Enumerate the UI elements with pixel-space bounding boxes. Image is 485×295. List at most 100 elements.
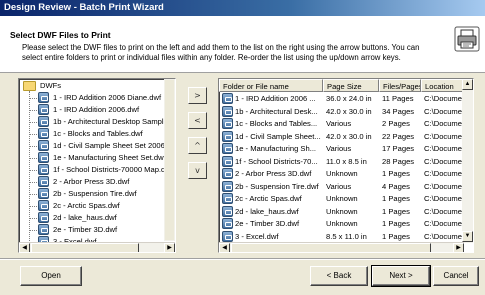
cell-location: C:\Docume (424, 219, 462, 228)
cell-page-size: Various (326, 144, 352, 153)
column-header-name[interactable]: Folder or File name (219, 79, 323, 92)
header-description: Please select the DWF files to print on … (22, 43, 420, 62)
tree-vertical-scrollbar[interactable] (164, 79, 175, 241)
list-row[interactable]: 3 - Excel.dwf 8.5 x 11.0 in 1 Pages C:\Docu… (219, 230, 464, 243)
tree-item[interactable]: 1f - School Districts-70000 Map.dwf (19, 164, 175, 176)
scroll-left-button[interactable]: ◀ (19, 243, 30, 252)
tree-item[interactable]: 1c - Blocks and Tables.dwf (19, 128, 175, 140)
cell-location: C:\Docume (424, 181, 462, 191)
column-header-location[interactable]: Location (421, 79, 464, 92)
tree-item[interactable]: 1e - Manufacturing Sheet Set.dwf (19, 152, 175, 164)
tree-item-label: 1 - IRD Addition 2006 Diane.dwf (53, 93, 162, 102)
cell-name: 2c - Arctic Spas.dwf (235, 194, 302, 203)
cell-location: C:\Docume (424, 194, 462, 203)
cell-location: C:\Docume (424, 169, 462, 178)
dwf-file-icon (222, 168, 233, 179)
cell-files-pages: 34 Pages (382, 106, 415, 116)
cell-files-pages: 28 Pages (382, 156, 415, 166)
list-row[interactable]: 1f - School Districts-70... 11.0 x 8.5 in… (219, 155, 464, 168)
list-row[interactable]: 1c - Blocks and Tables... Various 2 Pages C… (219, 118, 464, 130)
list-scroll-thumb[interactable] (231, 243, 431, 252)
tree-item[interactable]: 2b - Suspension Tire.dwf (19, 188, 175, 200)
file-tree[interactable]: DWFs 1 - IRD Addition 2006 Diane.dwf 1 - … (18, 78, 176, 253)
list-row[interactable]: 2d - lake_haus.dwf Unknown 1 Pages C:\Docum… (219, 205, 464, 218)
tree-horizontal-scrollbar[interactable]: ◀ ▶ (19, 242, 175, 252)
cell-page-size: Unknown (326, 206, 358, 216)
dwf-file-icon (38, 116, 49, 127)
window-title: Design Review - Batch Print Wizard (4, 2, 164, 13)
list-row[interactable]: 1d - Civil Sample Sheet... 42.0 x 30.0 in… (219, 130, 464, 143)
tree-item[interactable]: 1 - IRD Addition 2006 Diane.dwf (19, 92, 175, 104)
dwf-file-icon (222, 130, 233, 142)
cell-files-pages: 1 Pages (382, 194, 410, 203)
cell-page-size: Unknown (326, 194, 358, 203)
dwf-file-icon (222, 180, 233, 192)
tree-item[interactable]: 1 - IRD Addition 2006.dwf (19, 104, 175, 116)
cell-files-pages: 2 Pages (382, 119, 410, 128)
print-list[interactable]: Folder or File name Page Size Files/Page… (218, 78, 474, 253)
tree-item-label: 1b - Architectural Desktop Sample.dwf (53, 117, 176, 126)
column-header-page-size[interactable]: Page Size (323, 79, 379, 92)
list-row[interactable]: 2b - Suspension Tire.dwf Various 4 Pages C:… (219, 180, 464, 193)
dwf-file-icon (222, 105, 233, 117)
cell-location: C:\Docume (424, 106, 462, 116)
cell-name: 1d - Civil Sample Sheet... (235, 131, 321, 141)
tree-item[interactable]: 2c - Arctic Spas.dwf (19, 200, 175, 212)
tree-item-label: 1d - Civil Sample Sheet Set 2006.dwf (53, 141, 176, 150)
cell-page-size: Unknown (326, 169, 358, 178)
tree-item-label: 1 - IRD Addition 2006.dwf (53, 105, 140, 114)
next-button[interactable]: Next > (371, 265, 431, 287)
move-up-button[interactable]: ^ (188, 137, 207, 154)
list-row[interactable]: 1b - Architectural Desk... 42.0 x 30.0 in… (219, 105, 464, 118)
cell-name: 1c - Blocks and Tables... (235, 119, 318, 128)
dwf-file-icon (38, 92, 49, 103)
list-horizontal-scrollbar[interactable]: ◀ ▶ (219, 242, 464, 252)
folder-icon (23, 81, 36, 91)
dwf-file-icon (38, 212, 49, 223)
dwf-file-icon (222, 93, 233, 104)
dwf-file-icon (38, 152, 49, 163)
tree-item[interactable]: 1b - Architectural Desktop Sample.dwf (19, 116, 176, 128)
dwf-file-icon (222, 143, 233, 154)
list-row[interactable]: 2c - Arctic Spas.dwf Unknown 1 Pages C:\Doc… (219, 193, 464, 205)
open-button[interactable]: Open (20, 266, 82, 286)
wizard-header: Select DWF Files to Print Please select … (0, 16, 485, 73)
cell-location: C:\Docume (424, 144, 462, 153)
list-scroll-right-button[interactable]: ▶ (453, 243, 464, 252)
move-down-button[interactable]: v (188, 162, 207, 179)
list-vertical-scrollbar[interactable]: ▲ ▼ (462, 79, 473, 243)
list-row[interactable]: 1 - IRD Addition 2006 ... 36.0 x 24.0 in 1… (219, 93, 464, 105)
scroll-down-button[interactable]: ▼ (462, 231, 473, 242)
back-button[interactable]: < Back (310, 266, 368, 286)
cancel-button[interactable]: Cancel (433, 266, 479, 286)
scroll-right-button[interactable]: ▶ (164, 243, 175, 252)
dwf-file-icon (38, 128, 49, 139)
cell-files-pages: 17 Pages (382, 144, 415, 153)
dwf-file-icon (38, 164, 49, 175)
tree-item[interactable]: 2e - Timber 3D.dwf (19, 224, 175, 236)
list-row[interactable]: 2e - Timber 3D.dwf Unknown 1 Pages C:\Docum… (219, 218, 464, 230)
cell-name: 1 - IRD Addition 2006 ... (235, 94, 316, 103)
tree-root[interactable]: DWFs (19, 80, 175, 92)
tree-item-label: 2e - Timber 3D.dwf (53, 225, 118, 234)
scroll-up-button[interactable]: ▲ (462, 79, 473, 90)
dwf-file-icon (38, 224, 49, 235)
tree-item[interactable]: 2 - Arbor Press 3D.dwf (19, 176, 175, 188)
list-row[interactable]: 2 - Arbor Press 3D.dwf Unknown 1 Pages C:\D… (219, 168, 464, 180)
list-scroll-left-button[interactable]: ◀ (219, 243, 230, 252)
cell-page-size: Unknown (326, 219, 358, 228)
scroll-thumb[interactable] (31, 243, 139, 252)
cell-files-pages: 1 Pages (382, 206, 410, 216)
header-title: Select DWF Files to Print (10, 30, 111, 40)
tree-item[interactable]: 1d - Civil Sample Sheet Set 2006.dwf (19, 140, 176, 152)
list-row[interactable]: 1e - Manufacturing Sh... Various 17 Pages C… (219, 143, 464, 155)
add-button[interactable]: > (188, 87, 207, 104)
cell-page-size: 42.0 x 30.0 in (326, 106, 372, 116)
tree-item-label: 1f - School Districts-70000 Map.dwf (53, 165, 173, 174)
column-header-files-pages[interactable]: Files/Pages (379, 79, 421, 92)
tree-item-label: 2d - lake_haus.dwf (53, 213, 117, 222)
cell-location: C:\Docume (424, 156, 462, 166)
tree-item[interactable]: 2d - lake_haus.dwf (19, 212, 175, 224)
remove-button[interactable]: < (188, 112, 207, 129)
cell-files-pages: 22 Pages (382, 131, 415, 141)
